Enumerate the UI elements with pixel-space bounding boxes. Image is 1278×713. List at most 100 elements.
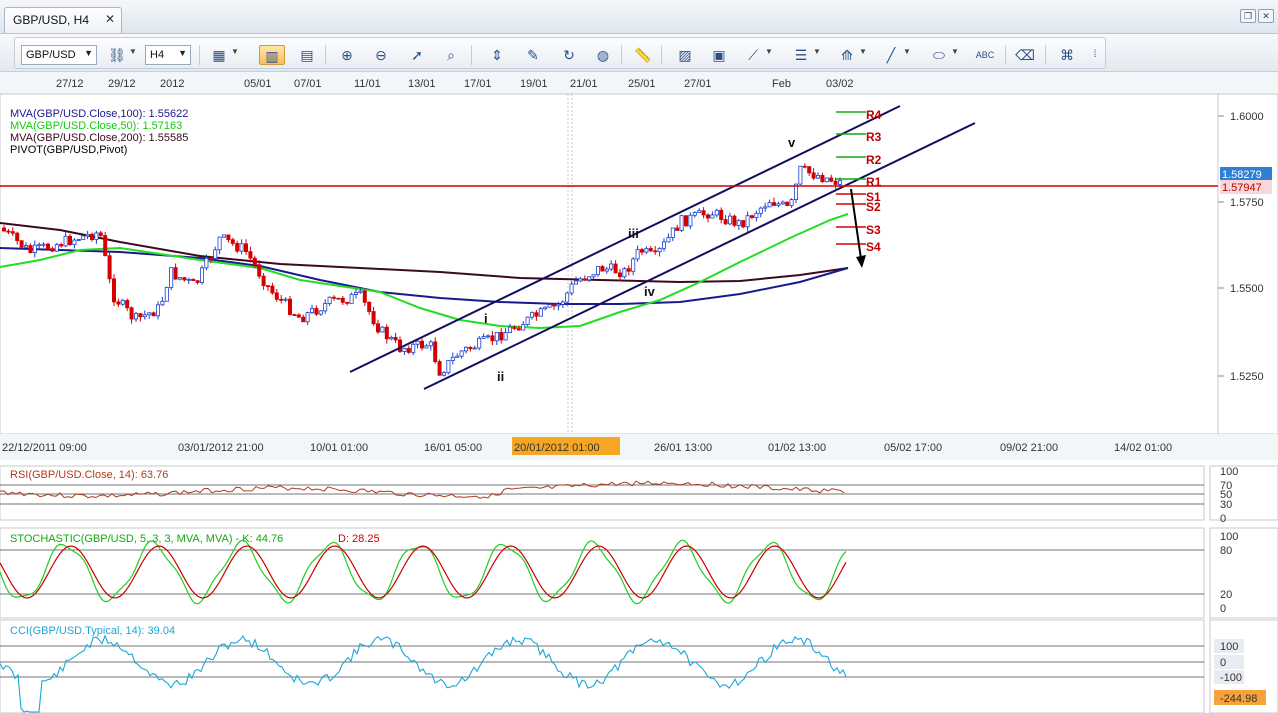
ellipse-icon[interactable]: ⬭ <box>929 45 949 65</box>
eraser-icon[interactable]: ⌫ <box>1015 45 1035 65</box>
candle-body <box>609 263 614 270</box>
candle-body <box>283 298 288 301</box>
indicator-icon[interactable]: ⇕ <box>487 45 507 65</box>
candle-body <box>446 360 451 374</box>
chevron-down-icon[interactable]: ▼ <box>231 47 239 56</box>
toolbar-separator <box>199 45 200 65</box>
top-axis-label: 2012 <box>160 78 184 90</box>
candle-body <box>389 336 394 340</box>
symbol-select[interactable]: GBP/USD ▼ <box>21 45 97 65</box>
candle-body <box>397 339 402 352</box>
edit-icon[interactable]: ✎ <box>523 45 543 65</box>
globe-icon[interactable]: ◍ <box>593 45 613 65</box>
cci-panel[interactable] <box>0 619 1205 713</box>
candle-body <box>164 287 169 302</box>
candle-body <box>622 268 627 278</box>
candle-body <box>507 326 512 333</box>
close-icon[interactable]: ✕ <box>1258 9 1274 23</box>
candle-body <box>811 172 816 179</box>
text-icon[interactable]: ABC <box>975 45 995 65</box>
price-chart[interactable]: 27/12 29/12 2012 05/01 07/01 11/01 13/01 17/01 1… <box>0 72 1278 713</box>
time-axis-label: 14/02 01:00 <box>1114 442 1172 454</box>
timeframe-select[interactable]: H4 ▼ <box>145 45 191 65</box>
candle-body <box>503 332 508 341</box>
candle-body <box>648 248 653 252</box>
legend-entry: MVA(GBP/USD.Close,100): 1.55622 <box>10 108 188 120</box>
candle-body <box>481 336 486 339</box>
ruler-icon[interactable]: 📏 <box>633 45 653 65</box>
price-axis[interactable] <box>1217 93 1278 435</box>
top-axis-label: 29/12 <box>108 78 136 90</box>
chevron-down-icon[interactable]: ▼ <box>129 47 137 56</box>
wave-label-i: i <box>484 311 488 326</box>
cci-axis-label: -100 <box>1220 672 1242 684</box>
candle-body <box>675 227 680 231</box>
current-price-label: 1.58279 <box>1222 169 1262 181</box>
rsi-axis-label: 30 <box>1220 499 1232 511</box>
candle-icon[interactable]: ▥ <box>259 45 285 65</box>
candle-body <box>714 209 719 216</box>
candle-body <box>10 231 15 234</box>
candle-body <box>499 331 504 341</box>
price-label: 1.5250 <box>1230 371 1264 383</box>
time-axis-label: 03/01/2012 21:00 <box>178 442 264 454</box>
candle-body <box>459 350 464 357</box>
price-label: 1.5750 <box>1230 197 1264 209</box>
top-axis-label: 25/01 <box>628 78 656 90</box>
chevron-down-icon[interactable]: ▼ <box>765 47 773 56</box>
candle-body <box>670 227 675 238</box>
hierarchy-icon[interactable]: ⌘ <box>1057 45 1077 65</box>
refresh-icon[interactable]: ↻ <box>559 45 579 65</box>
candle-body <box>468 346 473 350</box>
wave-label-ii: ii <box>497 369 504 384</box>
more-icon[interactable]: ⁞ <box>1085 45 1105 65</box>
chart-type-icon[interactable]: ▦ <box>209 45 229 65</box>
cursor-icon[interactable]: ➚ <box>407 45 427 65</box>
template-icon[interactable]: ▣ <box>709 45 729 65</box>
candle-body <box>776 203 781 206</box>
toolbar-separator <box>621 45 622 65</box>
candle-body <box>591 274 596 278</box>
zoom-out-icon[interactable]: ⊖ <box>371 45 391 65</box>
image-icon[interactable]: ▨ <box>675 45 695 65</box>
candle-body <box>345 301 350 304</box>
candle-body <box>820 175 825 183</box>
chevron-down-icon[interactable]: ▼ <box>951 47 959 56</box>
tab-close-icon[interactable]: ✕ <box>105 12 115 26</box>
toolbar-separator <box>661 45 662 65</box>
magnify-icon[interactable]: ⌕ <box>441 45 461 65</box>
chevron-down-icon[interactable]: ▼ <box>813 47 821 56</box>
chart-tab[interactable]: GBP/USD, H4 ✕ <box>4 7 122 33</box>
restore-icon[interactable]: ❐ <box>1240 9 1256 23</box>
time-axis-label: 22/12/2011 09:00 <box>2 442 87 454</box>
legend-entry: MVA(GBP/USD.Close,50): 1.57163 <box>10 120 182 132</box>
candle-body <box>556 303 561 307</box>
candle-body <box>270 285 275 294</box>
compare-icon[interactable]: ⛓ <box>107 45 127 65</box>
cci-axis-tag <box>1214 655 1244 669</box>
time-axis-label: 10/01 01:00 <box>310 442 368 454</box>
candle-body <box>177 277 182 280</box>
chevron-down-icon[interactable]: ▼ <box>903 47 911 56</box>
bars-icon[interactable]: ▤ <box>297 45 317 65</box>
rsi-panel[interactable] <box>0 465 1205 521</box>
chevron-down-icon[interactable]: ▼ <box>859 47 867 56</box>
toolbar-separator <box>1045 45 1046 65</box>
fan-icon[interactable]: ⟰ <box>837 45 857 65</box>
pivot-label-r4: R4 <box>866 108 882 122</box>
zoom-in-icon[interactable]: ⊕ <box>337 45 357 65</box>
candle-body <box>736 220 741 226</box>
candle-body <box>160 300 165 306</box>
candle-body <box>208 257 213 260</box>
candle-body <box>261 275 266 287</box>
main-plot-area[interactable] <box>0 93 1219 435</box>
candle-body <box>76 239 81 241</box>
candle-body <box>375 323 380 333</box>
toolbar-strip: GBP/USD ▼ ⛓ ▼ H4 ▼ ▦ ▼ ▥ ▤ ⊕ ⊖ ➚ ⌕ ⇕ ✎ ↻… <box>14 37 1106 69</box>
candle-body <box>604 268 609 272</box>
lines-icon[interactable]: ☰ <box>791 45 811 65</box>
trendline-tools-icon[interactable]: ⟋ <box>743 45 763 65</box>
candle-body <box>626 268 631 272</box>
pencil-icon[interactable]: ╱ <box>881 45 901 65</box>
candle-body <box>353 291 358 295</box>
